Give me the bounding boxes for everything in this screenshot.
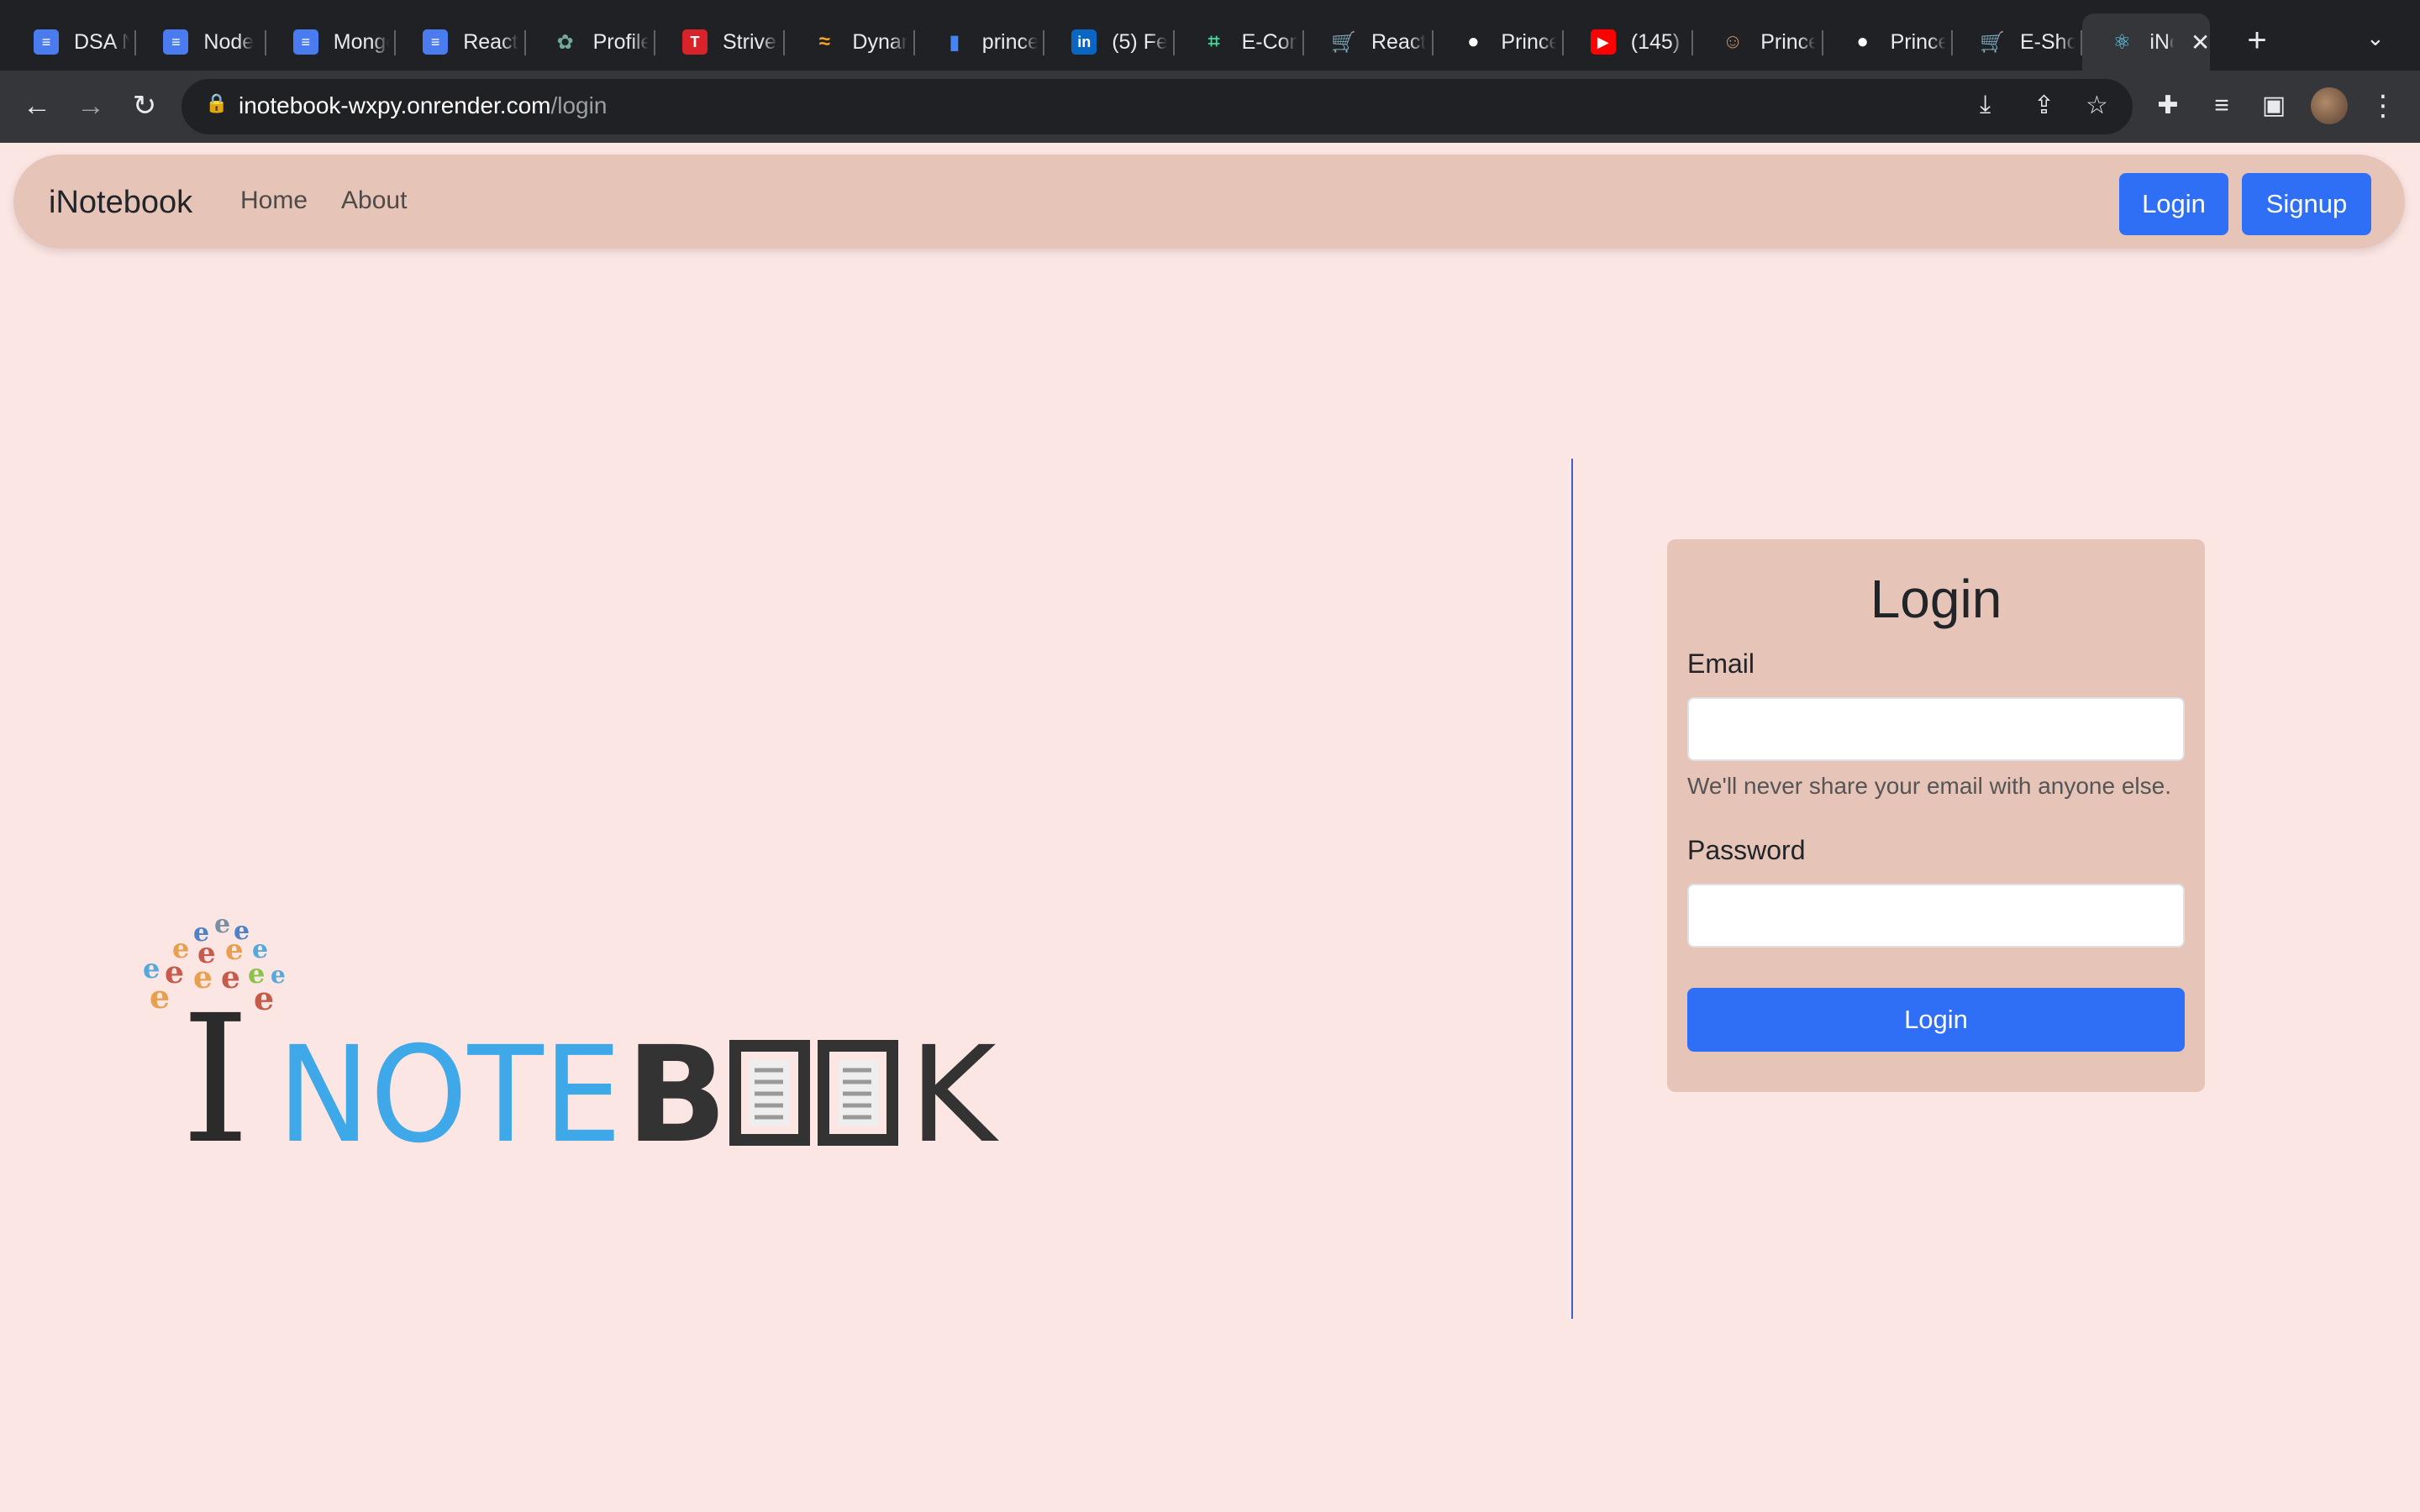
email-label: Email (1687, 648, 1755, 679)
doc-icon: ≡ (292, 29, 318, 55)
logo-book-o-1 (729, 1040, 810, 1146)
doc-icon: ≡ (34, 29, 59, 55)
reload-icon[interactable]: ↻ (128, 89, 161, 123)
media-icon[interactable]: ≡ (2205, 89, 2238, 123)
tuf-icon: T (682, 29, 708, 55)
login-card: Login Email We'll never share your email… (1667, 539, 2205, 1092)
address-bar[interactable]: 🔒 inotebook-wxpy.onrender.com/login ⤓ ⇪ … (182, 79, 2133, 134)
crop-icon: ⌗ (1207, 30, 1220, 53)
tab-title: DSA N (74, 29, 129, 54)
page-body: iNotebook Home About Login Signup e e e … (0, 143, 2420, 1512)
login-submit-button[interactable]: Login (1687, 988, 2185, 1052)
person-icon: ☺ (1722, 30, 1744, 53)
youtube-icon: ▶ (1590, 29, 1616, 55)
navbar-signup-button[interactable]: Signup (2242, 173, 2371, 235)
navbar-login-button[interactable]: Login (2119, 173, 2228, 235)
logo-word-note: NOTE (277, 1018, 622, 1159)
profile-avatar[interactable] (2311, 87, 2348, 124)
tab-11[interactable]: ● Prince (1434, 13, 1564, 71)
tab-search-chevron-icon[interactable]: ⌄ (2366, 25, 2385, 51)
tab-title: Dynan (852, 29, 908, 54)
tab-10[interactable]: 🛒 React (1304, 13, 1434, 71)
email-help-text: We'll never share your email with anyone… (1687, 773, 2171, 799)
password-label: Password (1687, 835, 1806, 865)
new-tab-button[interactable]: + (2237, 22, 2277, 62)
tab-12[interactable]: ▶ (145) / (1564, 13, 1694, 71)
browser-toolbar: ← → ↻ 🔒 inotebook-wxpy.onrender.com/logi… (0, 71, 2420, 143)
vertical-divider (1571, 459, 1573, 1319)
side-panel-icon[interactable]: ▣ (2257, 89, 2291, 123)
password-field[interactable] (1687, 884, 2185, 948)
svg-text:e: e (254, 979, 274, 1017)
tab-13[interactable]: ☺ Prince (1693, 13, 1823, 71)
nav-link-home[interactable]: Home (240, 186, 308, 215)
browser-chrome: ≡ DSA N ≡ Node ≡ Mongo ≡ React. ✿ Profile T Striver… (0, 0, 2420, 143)
tab-5[interactable]: T Striver (655, 13, 786, 71)
logo-book-o-2 (818, 1040, 898, 1146)
tab-title: (5) Fee (1112, 29, 1168, 54)
tab-8[interactable]: in (5) Fee (1044, 13, 1175, 71)
logo-letter-i: I (181, 977, 250, 1159)
github-icon: ● (1856, 30, 1869, 53)
tab-title: React (1371, 29, 1427, 54)
tab-7[interactable]: ▮ prince (915, 13, 1045, 71)
extensions-icon[interactable]: ✚ (2151, 89, 2185, 123)
cart-icon: 🛒 (1980, 30, 2005, 54)
tab-4[interactable]: ✿ Profile (526, 13, 655, 71)
cart-icon: 🛒 (1331, 30, 1356, 54)
inotebook-logo: e e e e e e e e e e e e e e e I NOTE B K (134, 907, 1008, 1183)
dynamic-icon: ≈ (818, 30, 830, 53)
tab-15[interactable]: 🛒 E-Shop (1953, 13, 2083, 71)
menu-icon[interactable]: ⋮ (2366, 89, 2400, 123)
url-text[interactable]: inotebook-wxpy.onrender.com/login (239, 92, 607, 119)
logo-letter-k: K (909, 1018, 999, 1159)
tab-2[interactable]: ≡ Mongo (266, 13, 397, 71)
tab-title: Node (203, 29, 255, 54)
tab-title: Prince (1890, 29, 1946, 54)
tab-title: React. (463, 29, 519, 54)
install-icon[interactable]: ⤓ (1980, 91, 1991, 119)
svg-text:e: e (150, 978, 170, 1016)
tab-title: E-Shop (2020, 29, 2075, 54)
forward-icon[interactable]: → (74, 89, 108, 123)
tab-title: Striver (723, 29, 778, 54)
tab-title: prince (981, 29, 1038, 54)
doc-icon: ≡ (423, 29, 449, 55)
tab-0[interactable]: ≡ DSA N (7, 13, 137, 71)
share-icon[interactable]: ⇪ (2033, 91, 2054, 120)
openai-icon: ✿ (556, 30, 574, 54)
logo-svg: e e e e e e e e e e e e e e e I NOTE B K (143, 910, 999, 1183)
back-icon[interactable]: ← (20, 89, 54, 123)
brand-link[interactable]: iNotebook (49, 185, 192, 221)
tab-9[interactable]: ⌗ E-Com (1175, 13, 1304, 71)
tab-14[interactable]: ● Prince (1823, 13, 1953, 71)
tab-3[interactable]: ≡ React. (396, 13, 526, 71)
logo-letter-b: B (626, 1018, 727, 1159)
close-tab-icon[interactable]: ✕ (2191, 29, 2210, 56)
login-title: Login (1870, 569, 2002, 629)
email-field[interactable] (1687, 697, 2185, 761)
bars-icon: ▮ (949, 30, 960, 54)
tab-6[interactable]: ≈ Dynan (785, 13, 915, 71)
tab-title: E-Com (1241, 29, 1297, 54)
tab-title: Prince (1501, 29, 1557, 54)
tab-1[interactable]: ≡ Node (136, 13, 266, 71)
tab-title: (145) / (1630, 29, 1686, 54)
tab-title: Prince (1760, 29, 1817, 54)
tab-title: Mongo (333, 29, 389, 54)
tab-title: iNo (2149, 29, 2174, 54)
doc-icon: ≡ (163, 29, 189, 55)
linkedin-icon: in (1071, 29, 1097, 55)
nav-link-about[interactable]: About (341, 186, 407, 215)
react-icon: ⚛ (2112, 30, 2132, 54)
bookmark-star-icon[interactable]: ☆ (2086, 91, 2108, 120)
tab-16[interactable]: ⚛ iNo ✕ (2082, 13, 2211, 71)
navbar: iNotebook Home About Login Signup (13, 155, 2405, 249)
github-icon: ● (1467, 30, 1480, 53)
lock-icon[interactable]: 🔒 (205, 92, 228, 114)
tab-title: Profile (592, 29, 649, 54)
